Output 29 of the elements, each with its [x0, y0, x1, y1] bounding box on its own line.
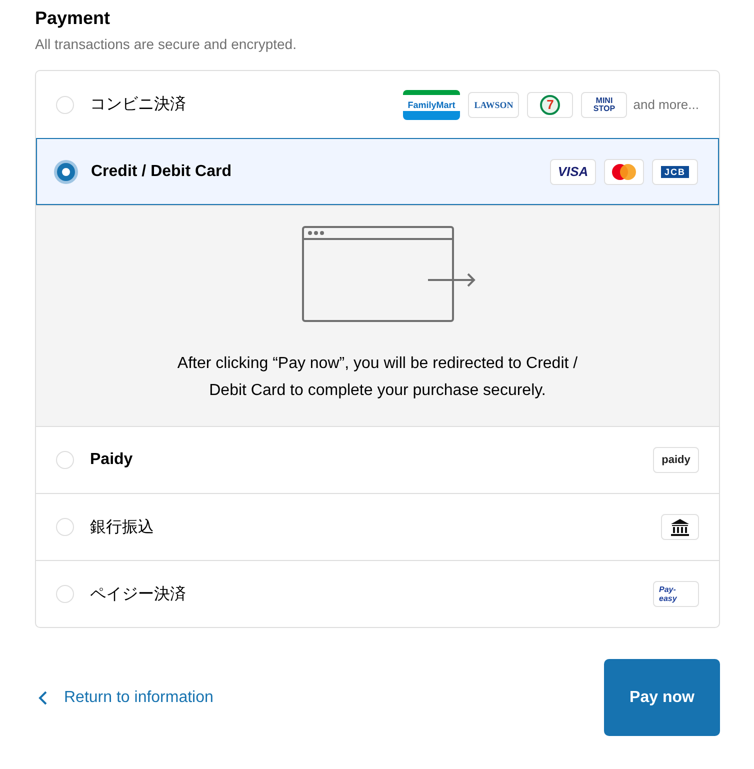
paidy-logo: paidy: [653, 447, 699, 473]
option-label: 銀行振込: [90, 518, 155, 538]
payment-option[interactable]: Paidy paidy: [36, 426, 719, 493]
store-logo: LAWSON: [468, 92, 520, 118]
payment-option[interactable]: コンビニ決済 FamilyMart LAWSON 7 MINI STOP and more...: [36, 71, 719, 138]
more-label: and more...: [633, 97, 699, 112]
payment-option[interactable]: ペイジー決済 Pay-easy: [36, 560, 719, 627]
pay-now-button[interactable]: Pay now: [604, 659, 720, 736]
option-label: Paidy: [90, 451, 134, 469]
redirect-message: After clicking “Pay now”, you will be redirected to Credit / Debit Card to complete your purchase securely.: [176, 354, 579, 401]
card-logo: [604, 158, 644, 184]
bank-icon: [661, 514, 699, 540]
chevron-left-icon: [38, 690, 48, 704]
section-subheading: All transactions are secure and encrypted.: [35, 36, 298, 52]
card-logo: VISA: [550, 158, 596, 184]
option-label: Credit / Debit Card: [91, 162, 232, 180]
section-heading: Payment: [35, 7, 112, 30]
option-label: ペイジー決済: [90, 584, 187, 604]
return-link[interactable]: Return to information: [38, 688, 214, 706]
store-logo: 7: [527, 92, 574, 118]
payment-option[interactable]: 銀行振込: [36, 493, 719, 560]
card-logo: JCB: [652, 158, 698, 184]
browser-redirect-icon: [302, 226, 478, 324]
radio-button[interactable]: [57, 162, 75, 180]
option-label: コンビニ決済: [90, 94, 187, 115]
payment-option[interactable]: Credit / Debit Card VISA JCB: [36, 138, 719, 205]
store-logo: FamilyMart: [402, 90, 460, 120]
payeasy-logo: Pay-easy: [653, 581, 699, 607]
store-logo: MINI STOP: [581, 92, 628, 118]
